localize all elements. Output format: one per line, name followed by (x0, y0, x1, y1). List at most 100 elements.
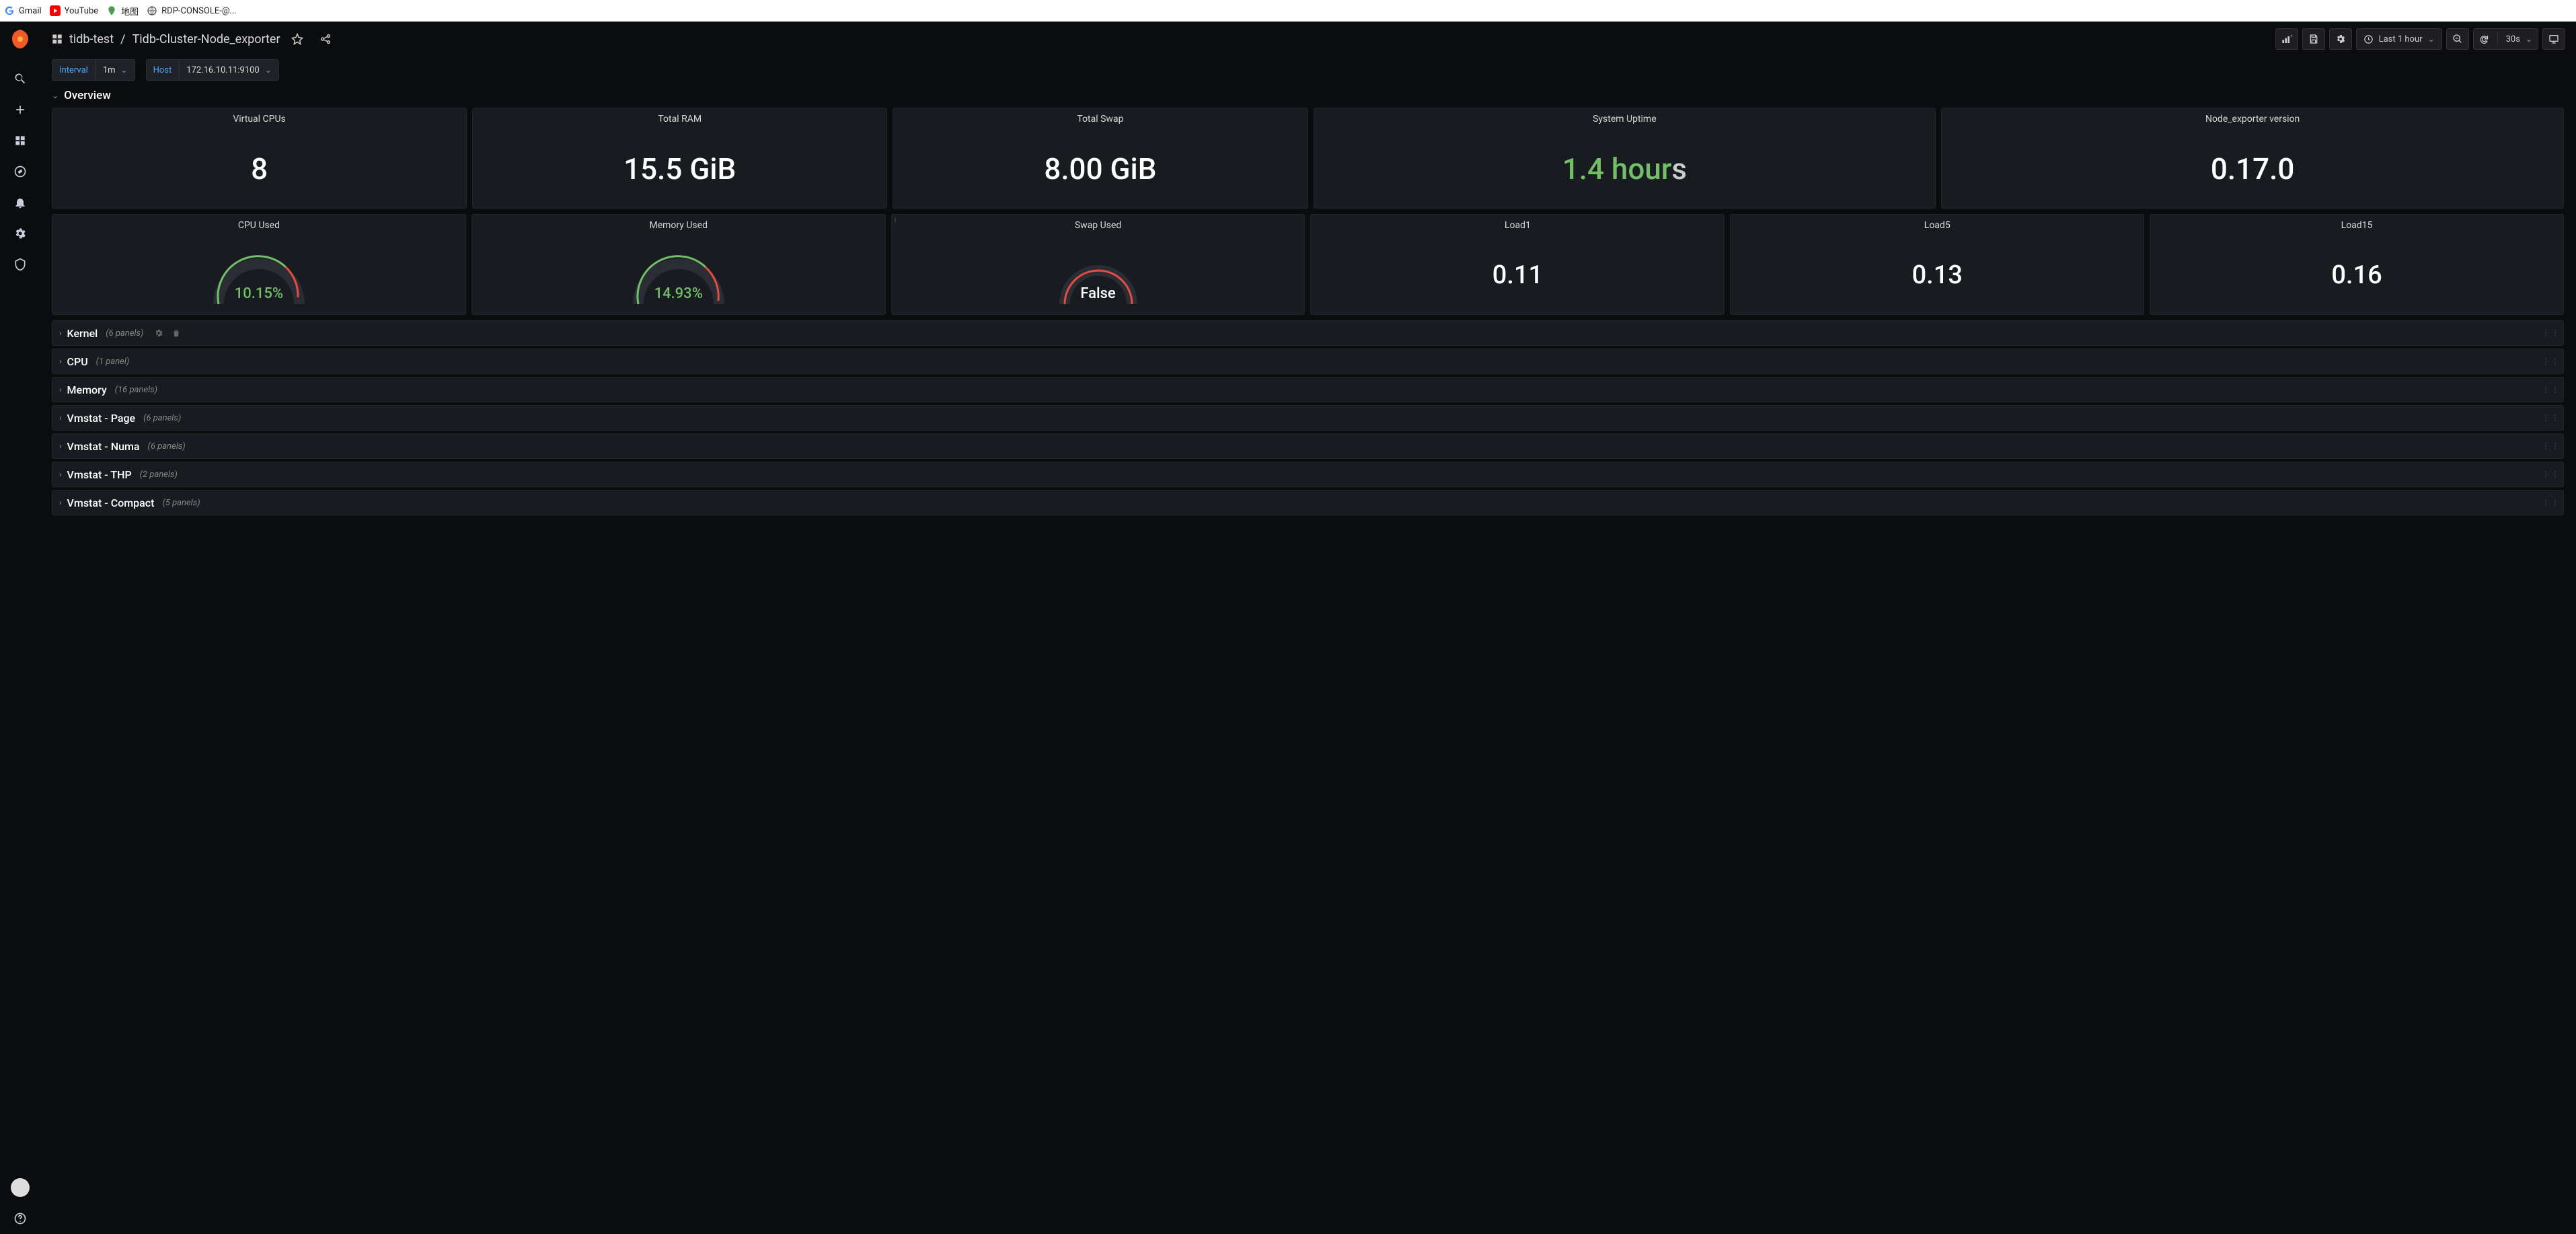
trash-icon[interactable] (172, 328, 181, 338)
cycle-view-button[interactable] (2542, 28, 2565, 50)
save-button[interactable] (2302, 28, 2325, 50)
bookmark-rdp[interactable]: RDP-CONSOLE-@... (147, 5, 237, 16)
grafana-logo[interactable] (9, 28, 31, 50)
avatar-icon (11, 1178, 30, 1197)
panel-value: 0.13 (1912, 236, 1963, 314)
refresh-button[interactable]: 30s ⌄ (2473, 28, 2538, 50)
chevron-down-icon: ⌄ (2428, 34, 2435, 44)
panel-title: System Uptime (1593, 108, 1657, 130)
panel-memory-used[interactable]: Memory Used 14.93% (471, 214, 886, 315)
panel-load5[interactable]: Load5 0.13 (1730, 214, 2144, 315)
panel-swap-used[interactable]: i Swap Used False (891, 214, 1305, 315)
panel-title: Total RAM (658, 108, 702, 130)
chevron-right-icon: › (59, 470, 62, 479)
row-vmstat-thp[interactable]: › Vmstat - THP(2 panels)⋮⋮ (52, 462, 2564, 487)
admin-nav[interactable] (0, 249, 40, 280)
drag-handle-icon[interactable]: ⋮⋮ (2542, 470, 2561, 479)
gear-icon (13, 227, 27, 240)
panel-cpu-used[interactable]: CPU Used 10.15% (52, 214, 466, 315)
row-vmstat-compact[interactable]: › Vmstat - Compact(5 panels)⋮⋮ (52, 490, 2564, 515)
explore-nav[interactable] (0, 156, 40, 187)
overview-row-2: CPU Used 10.15% Memory Used (52, 214, 2564, 315)
breadcrumb-dashboard[interactable]: Tidb-Cluster-Node_exporter (132, 32, 280, 46)
panel-load15[interactable]: Load15 0.16 (2150, 214, 2564, 315)
panel-total-swap[interactable]: Total Swap 8.00 GiB (893, 108, 1308, 209)
youtube-icon (50, 5, 61, 16)
chevron-right-icon: › (59, 328, 62, 338)
add-panel-button[interactable]: + (2275, 28, 2298, 50)
panel-title: Load5 (1924, 215, 1950, 236)
svg-text:+: + (2290, 34, 2293, 38)
row-memory[interactable]: › Memory(16 panels)⋮⋮ (52, 377, 2564, 402)
gauge-value: False (1080, 285, 1115, 302)
alerting-nav[interactable] (0, 187, 40, 218)
search-nav[interactable] (0, 63, 40, 94)
star-button[interactable] (286, 28, 309, 50)
panel-virtual-cpus[interactable]: Virtual CPUs 8 (52, 108, 467, 209)
configuration-nav[interactable] (0, 218, 40, 249)
profile-nav[interactable] (0, 1172, 40, 1203)
row-panel-count: (1 panel) (96, 357, 130, 367)
panel-uptime[interactable]: System Uptime 1.4 hours (1314, 108, 1936, 209)
share-icon (319, 33, 332, 45)
bookmark-label: RDP-CONSOLE-@... (161, 6, 237, 16)
row-kernel[interactable]: › Kernel(6 panels)⋮⋮ (52, 320, 2564, 346)
plus-icon (13, 103, 27, 116)
drag-handle-icon[interactable]: ⋮⋮ (2542, 441, 2561, 451)
row-panel-count: (6 panels) (143, 413, 181, 423)
row-title: Overview (64, 89, 111, 102)
row-name: CPU (67, 355, 88, 368)
row-panel-count: (6 panels) (106, 328, 143, 338)
bookmark-gmail[interactable]: Gmail (4, 5, 42, 16)
row-overview-toggle[interactable]: ⌄ Overview (52, 83, 2564, 108)
drag-handle-icon[interactable]: ⋮⋮ (2542, 385, 2561, 394)
help-icon (13, 1212, 27, 1225)
share-button[interactable] (314, 28, 337, 50)
star-icon (291, 33, 303, 45)
panel-total-ram[interactable]: Total RAM 15.5 GiB (472, 108, 887, 209)
create-nav[interactable] (0, 94, 40, 125)
drag-handle-icon[interactable]: ⋮⋮ (2542, 413, 2561, 423)
row-vmstat-page[interactable]: › Vmstat - Page(6 panels)⋮⋮ (52, 405, 2564, 431)
drag-handle-icon[interactable]: ⋮⋮ (2542, 498, 2561, 507)
row-panel-count: (6 panels) (148, 441, 186, 451)
dashboards-nav[interactable] (0, 125, 40, 156)
browser-bookmarks-bar: Gmail YouTube 地图 RDP-CONSOLE-@... (0, 0, 2576, 22)
var-value: 1m (103, 65, 116, 75)
row-vmstat-numa[interactable]: › Vmstat - Numa(6 panels)⋮⋮ (52, 433, 2564, 459)
gear-icon[interactable] (154, 328, 163, 338)
panel-title: Memory Used (649, 215, 708, 236)
bookmark-youtube[interactable]: YouTube (50, 5, 99, 16)
chevron-right-icon: › (59, 385, 62, 394)
bookmark-maps[interactable]: 地图 (106, 5, 139, 17)
bookmark-label: Gmail (19, 6, 42, 16)
panel-value: 1.4 hours (1562, 130, 1687, 208)
apps-icon (13, 134, 27, 147)
drag-handle-icon[interactable]: ⋮⋮ (2542, 328, 2561, 338)
gauge-value: 14.93% (654, 285, 703, 302)
var-host-select[interactable]: 172.16.10.11:9100⌄ (179, 59, 278, 81)
breadcrumb-sep: / (120, 32, 125, 46)
chevron-down-icon: ⌄ (52, 91, 59, 100)
settings-button[interactable] (2329, 28, 2352, 50)
var-value: 172.16.10.11:9100 (186, 65, 259, 75)
time-range-button[interactable]: Last 1 hour ⌄ (2356, 28, 2442, 50)
panel-add-icon: + (2281, 34, 2293, 44)
breadcrumb-folder[interactable]: tidb-test (69, 32, 114, 46)
panel-value: 0.11 (1492, 236, 1543, 314)
panel-value: 15.5 GiB (623, 130, 736, 208)
row-cpu[interactable]: › CPU(1 panel)⋮⋮ (52, 349, 2564, 374)
help-nav[interactable] (0, 1203, 40, 1234)
zoom-out-icon (2452, 34, 2463, 44)
var-interval-select[interactable]: 1m⌄ (96, 59, 135, 81)
bookmark-label: YouTube (65, 6, 99, 16)
panel-title: CPU Used (238, 215, 280, 236)
monitor-icon (2548, 34, 2559, 44)
drag-handle-icon[interactable]: ⋮⋮ (2542, 357, 2561, 366)
chevron-down-icon: ⌄ (2526, 34, 2532, 44)
panel-load1[interactable]: Load1 0.11 (1310, 214, 1725, 315)
panel-value: 0.17.0 (2211, 130, 2294, 208)
google-icon (4, 5, 15, 16)
panel-node-exporter-version[interactable]: Node_exporter version 0.17.0 (1941, 108, 2564, 209)
zoom-out-button[interactable] (2446, 28, 2469, 50)
